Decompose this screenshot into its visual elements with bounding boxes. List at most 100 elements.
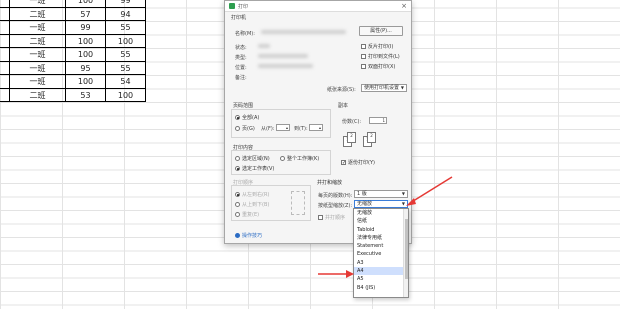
- comment-label: 备注:: [235, 75, 247, 81]
- table-row: 二班 100 100: [0, 34, 146, 48]
- to-page-input[interactable]: ▴: [309, 124, 323, 131]
- table-cell[interactable]: 一班: [10, 75, 66, 89]
- merge-print-checkbox[interactable]: 并打顺序: [318, 214, 345, 221]
- table-cell[interactable]: 99: [66, 21, 106, 35]
- table-cell[interactable]: [0, 48, 10, 62]
- chevron-down-icon: ▼: [400, 85, 404, 90]
- close-icon[interactable]: ×: [401, 2, 407, 10]
- type-value: [258, 54, 308, 58]
- order-left-right-radio[interactable]: 从左到右(R): [235, 191, 269, 198]
- dropdown-option[interactable]: A5: [354, 275, 408, 283]
- table-cell[interactable]: 94: [106, 7, 146, 21]
- table-cell[interactable]: 二班: [10, 7, 66, 21]
- table-cell[interactable]: 一班: [10, 48, 66, 62]
- properties-button[interactable]: 属性(P)...: [359, 26, 403, 36]
- copies-label: 份数(C):: [342, 119, 362, 125]
- scale-label: 按纸型缩放(Z):: [318, 203, 353, 209]
- dropdown-option[interactable]: A4: [354, 267, 408, 276]
- table-cell[interactable]: [0, 61, 10, 75]
- table-cell[interactable]: [0, 0, 10, 8]
- order-top-bottom-radio[interactable]: 从上到下(B): [235, 201, 269, 208]
- from-page-input[interactable]: ▴: [276, 124, 290, 131]
- table-row: 一班 100 55: [0, 48, 146, 62]
- printer-section-label: 打印机: [231, 15, 247, 21]
- dropdown-option[interactable]: Statement: [354, 242, 408, 250]
- page-range-title: 页码范围: [233, 103, 254, 109]
- from-label: 从(F):: [261, 126, 275, 132]
- table-row: 一班 100 54: [0, 75, 146, 89]
- table-row: 一班 99 55: [0, 21, 146, 35]
- whole-workbook-radio[interactable]: 整个工作簿(K): [280, 155, 319, 162]
- table-cell[interactable]: 55: [106, 61, 146, 75]
- selected-sheets-radio[interactable]: 选定工作表(V): [235, 165, 274, 172]
- table-cell[interactable]: [0, 88, 10, 102]
- table-cell[interactable]: [0, 21, 10, 35]
- print-to-file-checkbox[interactable]: 打印到文件(L): [361, 53, 400, 60]
- table-cell[interactable]: [0, 75, 10, 89]
- status-label: 状态:: [235, 45, 247, 51]
- red-arrow-lower: [318, 270, 354, 278]
- table-cell[interactable]: 一班: [10, 0, 66, 8]
- dropdown-option[interactable]: Executive: [354, 250, 408, 258]
- table-cell[interactable]: 57: [66, 7, 106, 21]
- spreadsheet-cells: 一班 100 99 二班 57 94 一班 99 55 二班 100 100 一班 100 55 一班 95 55…: [0, 0, 146, 102]
- dropdown-option[interactable]: 无缩放: [354, 209, 408, 217]
- table-cell[interactable]: 99: [106, 0, 146, 8]
- name-label: 名称(M):: [235, 31, 255, 37]
- table-cell[interactable]: 53: [66, 88, 106, 102]
- table-row: 二班 53 100: [0, 88, 146, 102]
- pages-radio[interactable]: 页(G): [235, 125, 255, 132]
- table-cell[interactable]: 二班: [10, 34, 66, 48]
- table-cell[interactable]: 55: [106, 48, 146, 62]
- merge-scale-title: 并打和缩放: [317, 180, 343, 186]
- table-cell[interactable]: [0, 7, 10, 21]
- dialog-titlebar: 打印 ×: [225, 1, 411, 12]
- dropdown-option[interactable]: 信纸: [354, 217, 408, 225]
- table-cell[interactable]: 二班: [10, 88, 66, 102]
- paper-source-label: 纸张来源(S):: [327, 87, 356, 93]
- collate-checkbox[interactable]: 逐份打印(Y): [341, 159, 375, 166]
- paper-source-select[interactable]: 使用打印机设置 ▼: [361, 84, 407, 92]
- tips-link[interactable]: 操作技巧: [235, 232, 262, 239]
- table-row: 一班 95 55: [0, 61, 146, 75]
- scale-dropdown-list: 无缩放 信纸 Tabloid 法律专用纸 Statement Executive A3 A4 A…: [353, 208, 409, 298]
- table-cell[interactable]: 100: [66, 34, 106, 48]
- repeat-radio[interactable]: 重复(E): [235, 211, 259, 218]
- table-cell[interactable]: 100: [66, 0, 106, 8]
- dialog-title: 打印: [238, 3, 249, 10]
- to-label: 到(T):: [294, 126, 308, 132]
- table-cell[interactable]: 100: [66, 48, 106, 62]
- red-arrow-upper: [406, 176, 453, 206]
- table-cell[interactable]: [0, 34, 10, 48]
- dropdown-option[interactable]: 法律专用纸: [354, 234, 408, 242]
- table-cell[interactable]: 54: [106, 75, 146, 89]
- copies-input[interactable]: 1: [369, 117, 387, 124]
- all-pages-radio[interactable]: 全部(A): [235, 114, 259, 121]
- reverse-print-checkbox[interactable]: 反片打印(I): [361, 43, 393, 50]
- table-row: 二班 57 94: [0, 7, 146, 21]
- dropdown-option[interactable]: B4 (JIS): [354, 284, 408, 292]
- info-icon: [235, 233, 240, 238]
- table-cell[interactable]: 100: [106, 34, 146, 48]
- dropdown-option[interactable]: A3: [354, 259, 408, 267]
- table-cell[interactable]: 55: [106, 21, 146, 35]
- table-cell[interactable]: 一班: [10, 21, 66, 35]
- table-cell[interactable]: 一班: [10, 61, 66, 75]
- table-cell[interactable]: 100: [106, 88, 146, 102]
- table-cell[interactable]: 95: [66, 61, 106, 75]
- selection-radio[interactable]: 选定区域(N): [235, 155, 270, 162]
- pages-per-sheet-label: 每页的版数(H):: [318, 193, 353, 199]
- collate-icon: 1 2 1 2: [343, 132, 381, 154]
- duplex-checkbox[interactable]: 双面打印(X): [361, 63, 395, 70]
- type-label: 类型:: [235, 55, 247, 61]
- app-icon: [229, 3, 235, 9]
- printer-name-select[interactable]: [261, 30, 346, 34]
- table-cell[interactable]: 100: [66, 75, 106, 89]
- dropdown-option[interactable]: Tabloid: [354, 226, 408, 234]
- status-value: [258, 44, 270, 48]
- order-preview-icon: [291, 191, 305, 215]
- location-label: 位置:: [235, 65, 247, 71]
- dropdown-scrollbar[interactable]: [403, 209, 408, 297]
- table-row: 一班 100 99: [0, 0, 146, 8]
- location-value: [258, 64, 313, 68]
